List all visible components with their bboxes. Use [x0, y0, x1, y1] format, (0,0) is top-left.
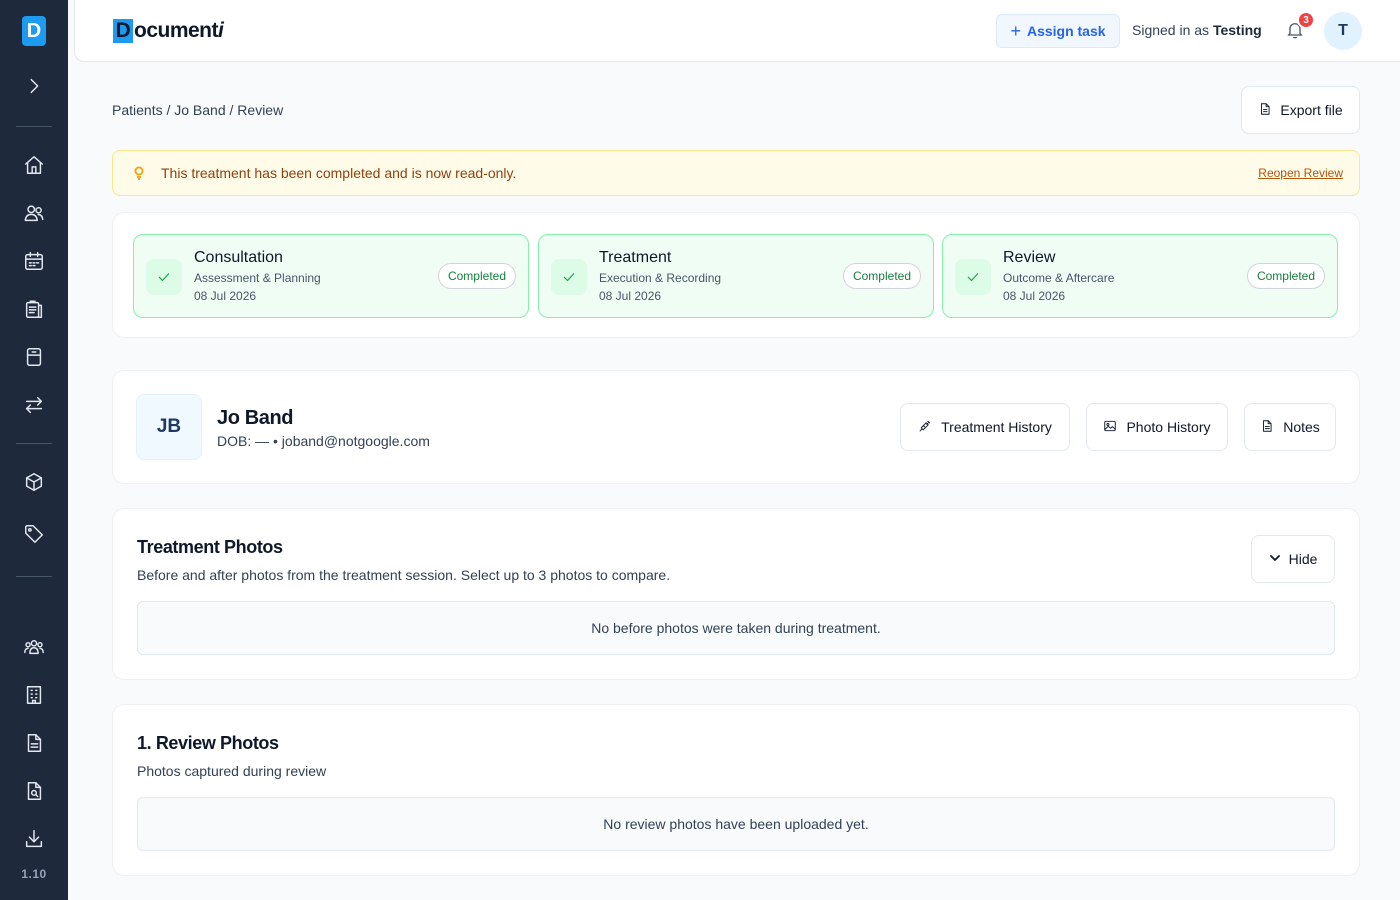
export-file-label: Export file: [1280, 102, 1343, 118]
clipboard-icon[interactable]: [22, 297, 46, 321]
notes-icon: [1260, 419, 1274, 436]
photo-history-button[interactable]: Photo History: [1086, 403, 1228, 451]
stage-date: 08 Jul 2026: [599, 289, 662, 303]
check-icon: [955, 259, 991, 295]
stage-subtitle: Execution & Recording: [599, 271, 722, 285]
home-icon[interactable]: [22, 153, 46, 177]
stage-title: Treatment: [599, 249, 672, 266]
calendar-icon[interactable]: [22, 249, 46, 273]
status-badge: Completed: [842, 263, 921, 289]
expand-icon[interactable]: [22, 74, 46, 98]
breadcrumb[interactable]: Patients / Jo Band / Review: [112, 102, 283, 118]
plus-icon: +: [1010, 21, 1021, 41]
stage-subtitle: Assessment & Planning: [194, 271, 321, 285]
stage-subtitle: Outcome & Aftercare: [1003, 271, 1115, 285]
brand-mark: D: [113, 19, 133, 43]
stage-title: Review: [1003, 249, 1056, 266]
users-icon[interactable]: [22, 201, 46, 225]
read-only-alert: This treatment has been completed and is…: [112, 150, 1360, 196]
brand-logo[interactable]: Document i: [113, 18, 224, 44]
document-icon[interactable]: [22, 731, 46, 755]
search-document-icon[interactable]: [22, 779, 46, 803]
status-badge: Completed: [1246, 263, 1325, 289]
patient-avatar: JB: [136, 394, 202, 460]
stage-date: 08 Jul 2026: [194, 289, 257, 303]
alert-message: This treatment has been completed and is…: [161, 165, 517, 181]
section-description: Before and after photos from the treatme…: [137, 567, 671, 583]
team-icon[interactable]: [22, 635, 46, 659]
building-icon[interactable]: [22, 683, 46, 707]
section-description: Photos captured during review: [137, 763, 327, 779]
file-icon: [1258, 102, 1272, 119]
transfer-icon[interactable]: [22, 393, 46, 417]
notes-label: Notes: [1283, 419, 1320, 435]
check-icon: [551, 259, 587, 295]
brand-name: ocument: [134, 19, 219, 42]
check-icon: [146, 259, 182, 295]
treatment-photos-section: Treatment Photos Before and after photos…: [112, 508, 1360, 680]
patient-meta: DOB: — • joband@notgoogle.com: [217, 433, 430, 449]
syringe-icon: [918, 419, 932, 436]
notes-button[interactable]: Notes: [1244, 403, 1336, 451]
download-icon[interactable]: [22, 827, 46, 851]
stage-progress: Consultation Assessment & Planning 08 Ju…: [112, 212, 1360, 338]
sidebar-divider: [16, 443, 52, 444]
app-version: 1.10: [21, 867, 47, 881]
patient-name: Jo Band: [217, 407, 294, 429]
assign-task-button[interactable]: + Assign task: [996, 14, 1120, 48]
status-badge: Completed: [437, 263, 516, 289]
app-logo[interactable]: D: [22, 16, 46, 46]
image-icon: [1103, 419, 1117, 436]
empty-state: No before photos were taken during treat…: [137, 601, 1335, 655]
stage-card-consultation[interactable]: Consultation Assessment & Planning 08 Ju…: [133, 234, 529, 318]
chevron-down-icon: [1269, 551, 1281, 567]
stage-date: 08 Jul 2026: [1003, 289, 1066, 303]
hide-photos-button[interactable]: Hide: [1251, 535, 1335, 583]
empty-state: No review photos have been uploaded yet.: [137, 797, 1335, 851]
patient-card: JB Jo Band DOB: — • joband@notgoogle.com…: [112, 370, 1360, 484]
cabinet-icon[interactable]: [22, 345, 46, 369]
sidebar-divider: [16, 576, 52, 577]
signed-in-user: Testing: [1212, 22, 1262, 38]
assign-task-label: Assign task: [1026, 23, 1106, 39]
sidebar-divider: [16, 126, 52, 127]
treatment-history-label: Treatment History: [941, 419, 1052, 435]
reopen-review-link[interactable]: Reopen Review: [1258, 166, 1343, 180]
top-header: Document i + Assign task Signed in as Tes…: [74, 0, 1400, 62]
stage-card-review[interactable]: Review Outcome & Aftercare 08 Jul 2026 C…: [942, 234, 1338, 318]
review-photos-section: 1. Review Photos Photos captured during …: [112, 704, 1360, 876]
brand-accent: i: [218, 19, 224, 42]
hide-label: Hide: [1288, 551, 1318, 567]
stage-card-treatment[interactable]: Treatment Execution & Recording 08 Jul 2…: [538, 234, 934, 318]
stage-title: Consultation: [194, 249, 283, 266]
box-icon[interactable]: [22, 470, 46, 494]
export-file-button[interactable]: Export file: [1241, 86, 1360, 134]
tag-icon[interactable]: [22, 522, 46, 546]
lightbulb-icon: [133, 166, 147, 180]
section-title: 1. Review Photos: [137, 733, 279, 753]
notification-badge: 3: [1297, 11, 1315, 29]
treatment-history-button[interactable]: Treatment History: [900, 403, 1070, 451]
section-title: Treatment Photos: [137, 537, 283, 557]
photo-history-label: Photo History: [1126, 419, 1211, 435]
sidebar: D 1.10: [0, 0, 68, 900]
signed-in-status: Signed in as Testing: [1132, 22, 1262, 38]
user-avatar[interactable]: T: [1324, 12, 1362, 50]
